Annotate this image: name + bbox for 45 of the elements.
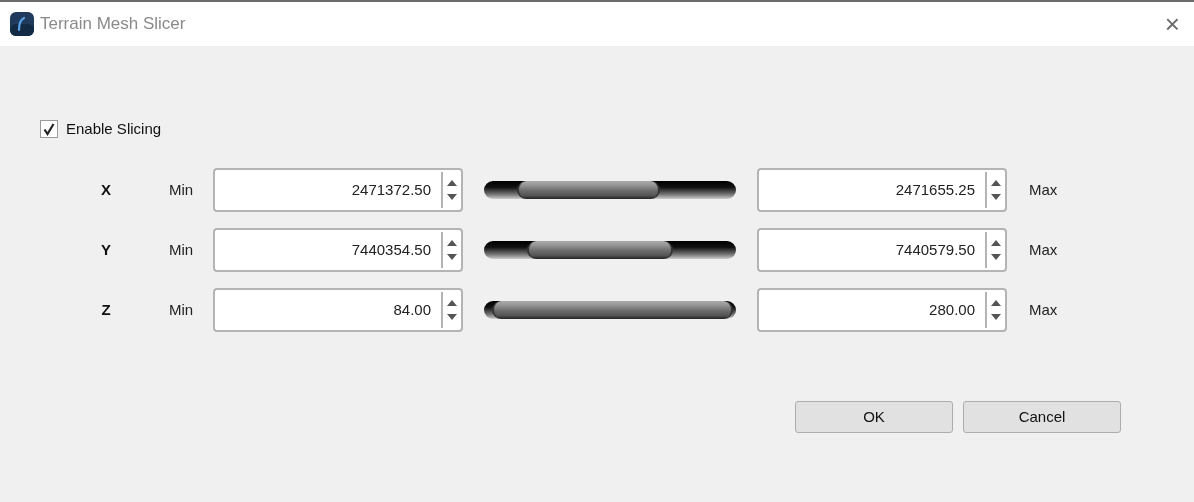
max-label: Max: [1029, 299, 1058, 320]
range-slider-handle[interactable]: [516, 181, 661, 199]
ok-button[interactable]: OK: [795, 401, 953, 433]
max-field[interactable]: 7440579.50: [757, 228, 1007, 272]
enable-checkbox[interactable]: [40, 120, 58, 139]
axis-label: Z: [100, 299, 112, 320]
field-value: 7440354.50: [350, 239, 432, 260]
axis-label: X: [100, 179, 112, 200]
min-field[interactable]: 84.00: [213, 288, 463, 332]
field-value: 7440579.50: [894, 239, 976, 260]
range-slider-track[interactable]: [484, 241, 736, 259]
max-field[interactable]: 280.00: [757, 288, 1007, 332]
min-field[interactable]: 2471372.50: [213, 168, 463, 212]
field-value: 2471372.50: [350, 179, 432, 200]
window-title: Terrain Mesh Slicer: [40, 13, 186, 36]
check-icon: [43, 122, 55, 136]
field-value: 84.00: [392, 299, 432, 320]
up-arrow-icon[interactable]: [991, 300, 1001, 306]
max-label: Max: [1029, 179, 1058, 200]
max-label: Max: [1029, 239, 1058, 260]
down-arrow-icon[interactable]: [447, 314, 457, 320]
checkbox-label: Enable Slicing: [66, 119, 162, 139]
up-arrow-icon[interactable]: [447, 180, 457, 186]
down-arrow-icon[interactable]: [447, 254, 457, 260]
cancel-button[interactable]: Cancel: [963, 401, 1121, 433]
down-arrow-icon[interactable]: [991, 314, 1001, 320]
range-slider-track[interactable]: [484, 181, 736, 199]
down-arrow-icon[interactable]: [447, 194, 457, 200]
min-label: Min: [169, 179, 195, 200]
max-field[interactable]: 2471655.25: [757, 168, 1007, 212]
min-label: Min: [169, 299, 195, 320]
down-arrow-icon[interactable]: [991, 194, 1001, 200]
min-label: Min: [169, 239, 195, 260]
up-arrow-icon[interactable]: [991, 180, 1001, 186]
field-value: 280.00: [928, 299, 976, 320]
up-arrow-icon[interactable]: [991, 240, 1001, 246]
min-field[interactable]: 7440354.50: [213, 228, 463, 272]
field-value: 2471655.25: [894, 179, 976, 200]
axis-label: Y: [100, 239, 112, 260]
app-logo-icon: [10, 12, 34, 36]
up-arrow-icon[interactable]: [447, 240, 457, 246]
down-arrow-icon[interactable]: [991, 254, 1001, 260]
close-button[interactable]: ×: [1164, 11, 1180, 37]
range-slider-handle[interactable]: [526, 241, 673, 259]
up-arrow-icon[interactable]: [447, 300, 457, 306]
